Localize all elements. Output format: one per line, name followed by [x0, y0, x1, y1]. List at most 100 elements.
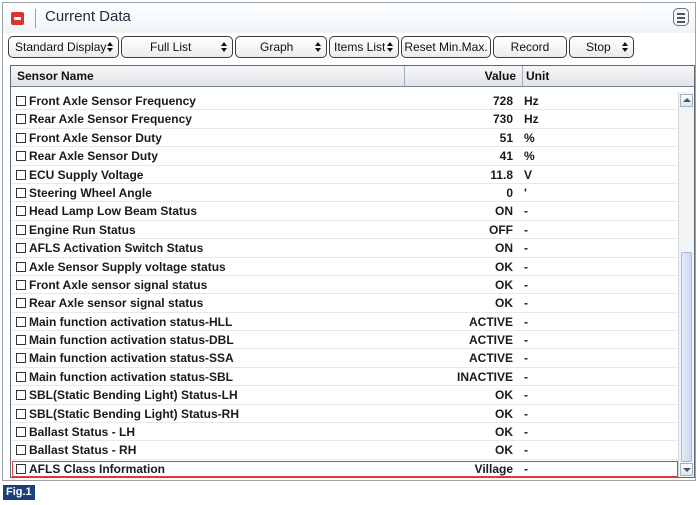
- row-checkbox[interactable]: [16, 390, 26, 401]
- row-checkbox[interactable]: [16, 279, 26, 290]
- sensor-unit: -: [524, 443, 528, 458]
- sensor-name: Axle Sensor Supply voltage status: [29, 259, 226, 274]
- sensor-value: Village: [474, 461, 513, 476]
- table-row[interactable]: Front Axle Sensor Duty 51%: [11, 129, 679, 148]
- table-header: Sensor Name Value Unit: [11, 66, 694, 87]
- table-row[interactable]: Rear Axle Sensor Duty 41%: [11, 147, 679, 166]
- window-title: Current Data: [45, 8, 131, 25]
- sensor-value: ON: [495, 204, 513, 219]
- menu-icon[interactable]: [673, 8, 689, 26]
- column-header-unit[interactable]: Unit: [526, 69, 549, 83]
- sensor-unit: %: [524, 130, 535, 145]
- sensor-name: AFLS Class Information: [29, 461, 166, 476]
- column-header-sensor-name[interactable]: Sensor Name: [17, 69, 94, 83]
- sensor-value: 51: [499, 130, 513, 145]
- table-row[interactable]: Front Axle Sensor Frequency 728 Hz: [11, 92, 679, 111]
- table-row[interactable]: Head Lamp Low Beam Status ON -: [11, 202, 679, 221]
- sensor-name: AFLS Activation Switch Status: [29, 241, 204, 256]
- table-row[interactable]: Engine Run Status OFF -: [11, 221, 679, 240]
- row-checkbox[interactable]: [16, 243, 26, 254]
- table-row[interactable]: AFLS Class Information Village -: [11, 460, 679, 477]
- sensor-value: OK: [495, 296, 513, 311]
- table-row[interactable]: Rear Axle sensor signal status OK -: [11, 294, 679, 313]
- sensor-name: Head Lamp Low Beam Status: [29, 204, 198, 219]
- sensor-value: ON: [495, 241, 513, 256]
- sensor-name: ECU Supply Voltage: [29, 167, 144, 182]
- row-checkbox[interactable]: [16, 206, 26, 217]
- reset-min-max-label: Reset Min.Max.: [404, 40, 488, 54]
- row-checkbox[interactable]: [16, 169, 26, 180]
- column-header-value[interactable]: Value: [405, 69, 516, 83]
- sensor-value: 41: [499, 149, 513, 164]
- column-divider[interactable]: [522, 66, 523, 86]
- sensor-name: SBL(Static Bending Light) Status-LH: [29, 388, 238, 403]
- table-row[interactable]: ECU Supply Voltage 11.8 V: [11, 166, 679, 184]
- table-row[interactable]: SBL(Static Bending Light) Status-LH OK -: [11, 386, 679, 405]
- graph-label: Graph: [260, 40, 294, 54]
- table-row[interactable]: Main function activation status-DBL ACTIV…: [11, 331, 679, 350]
- vertical-scrollbar[interactable]: [678, 92, 694, 477]
- updown-arrow-icon: [107, 42, 114, 53]
- items-list-dropdown[interactable]: Items List: [329, 36, 399, 58]
- sensor-name: Rear Axle sensor signal status: [29, 296, 204, 311]
- reset-min-max-button[interactable]: Reset Min.Max.: [401, 36, 491, 58]
- sensor-value: OK: [495, 277, 513, 292]
- sensor-name: Ballast Status - LH: [29, 425, 136, 440]
- table-row[interactable]: Main function activation status-HLL ACTIV…: [11, 313, 679, 332]
- row-checkbox[interactable]: [16, 151, 26, 162]
- scroll-down-arrow-icon[interactable]: [680, 463, 693, 476]
- toolbar: Standard Display Full List Graph Items L…: [3, 36, 695, 60]
- table-row[interactable]: Ballast Status - RH OK -: [11, 441, 679, 460]
- row-checkbox[interactable]: [16, 187, 26, 198]
- row-checkbox[interactable]: [16, 427, 26, 438]
- table-row[interactable]: Ballast Status - LH OK -: [11, 423, 679, 442]
- sensor-name: Engine Run Status: [29, 222, 136, 237]
- sensor-unit: -: [524, 406, 528, 421]
- figure-label: Fig.1: [3, 485, 35, 500]
- row-checkbox[interactable]: [16, 261, 26, 272]
- table-row[interactable]: Main function activation status-SBL INACT…: [11, 368, 679, 387]
- table-row[interactable]: Rear Axle Sensor Frequency 730 Hz: [11, 110, 679, 129]
- row-checkbox[interactable]: [16, 132, 26, 143]
- table-row[interactable]: Front Axle sensor signal status OK -: [11, 276, 679, 295]
- updown-arrow-icon: [221, 42, 228, 53]
- table-row[interactable]: Axle Sensor Supply voltage status OK -: [11, 258, 679, 276]
- sensor-name: Ballast Status - RH: [29, 443, 137, 458]
- row-checkbox[interactable]: [16, 335, 26, 346]
- sensor-unit: V: [524, 167, 533, 182]
- standard-display-label: Standard Display: [15, 40, 107, 54]
- sensor-name: Front Axle sensor signal status: [29, 277, 208, 292]
- standard-display-dropdown[interactable]: Standard Display: [8, 36, 119, 58]
- row-checkbox[interactable]: [16, 463, 26, 474]
- sensor-value: OK: [495, 388, 513, 403]
- scrollbar-thumb[interactable]: [681, 252, 692, 462]
- row-checkbox[interactable]: [16, 114, 26, 125]
- row-checkbox[interactable]: [16, 445, 26, 456]
- table-row[interactable]: Main function activation status-SSA ACTIV…: [11, 349, 679, 368]
- row-checkbox[interactable]: [16, 371, 26, 382]
- sensor-value: OFF: [489, 222, 513, 237]
- table-row[interactable]: AFLS Activation Switch Status ON -: [11, 239, 679, 258]
- table-row[interactable]: SBL(Static Bending Light) Status-RH OK -: [11, 405, 679, 424]
- row-checkbox[interactable]: [16, 353, 26, 364]
- stop-dropdown[interactable]: Stop: [569, 36, 634, 58]
- sensor-value: 728: [492, 94, 513, 108]
- record-button[interactable]: Record: [493, 36, 567, 58]
- sensor-name: Rear Axle Sensor Duty: [29, 149, 158, 164]
- graph-dropdown[interactable]: Graph: [235, 36, 327, 58]
- table-row[interactable]: Steering Wheel Angle 0 ': [11, 184, 679, 203]
- row-checkbox[interactable]: [16, 96, 26, 106]
- current-data-window: Current Data Standard Display Full List …: [2, 2, 696, 481]
- sensor-unit: -: [524, 222, 528, 237]
- sensor-value: OK: [495, 443, 513, 458]
- row-checkbox[interactable]: [16, 298, 26, 309]
- sensor-unit: -: [524, 241, 528, 256]
- row-checkbox[interactable]: [16, 224, 26, 235]
- full-list-label: Full List: [150, 40, 192, 54]
- full-list-dropdown[interactable]: Full List: [121, 36, 233, 58]
- minus-icon[interactable]: [11, 12, 24, 25]
- row-checkbox[interactable]: [16, 316, 26, 327]
- row-checkbox[interactable]: [16, 408, 26, 419]
- sensor-unit: -: [524, 425, 528, 440]
- scroll-up-arrow-icon[interactable]: [680, 94, 693, 107]
